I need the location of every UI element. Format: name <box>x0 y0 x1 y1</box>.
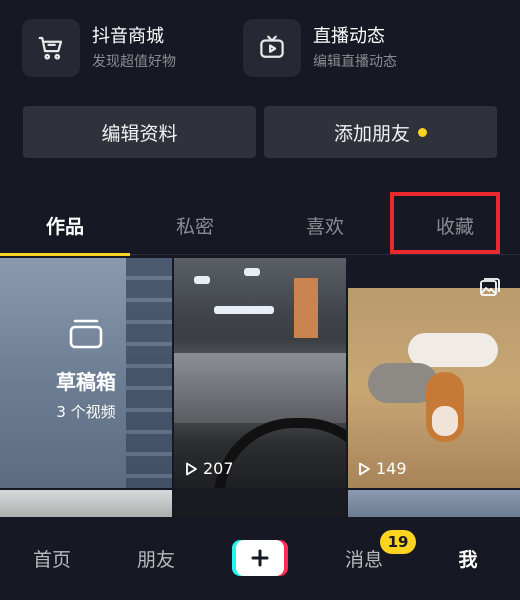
thumbnail-detail <box>294 278 318 338</box>
thumbnail-detail <box>214 418 346 488</box>
tab-likes[interactable]: 喜欢 <box>260 196 390 254</box>
cart-icon <box>22 19 80 77</box>
video-tile[interactable] <box>0 490 172 520</box>
thumbnail-detail <box>244 268 260 276</box>
video-tile[interactable] <box>174 258 346 488</box>
video-tile[interactable] <box>348 288 520 488</box>
edit-profile-button[interactable]: 编辑资料 <box>23 106 256 158</box>
tab-works-label: 作品 <box>45 215 84 238</box>
add-friends-label: 添加朋友 <box>333 122 410 145</box>
plus-icon <box>236 540 284 576</box>
nav-me-label: 我 <box>458 549 478 571</box>
nav-me[interactable]: 我 <box>430 517 506 600</box>
active-tab-indicator <box>0 253 130 256</box>
thumbnail-detail <box>214 306 274 314</box>
shortcut-live[interactable]: 直播动态 编辑直播动态 <box>243 16 483 80</box>
messages-badge: 19 <box>380 530 416 554</box>
play-icon <box>359 462 370 475</box>
shortcut-live-subtitle: 编辑直播动态 <box>313 54 397 70</box>
video-thumbnail <box>408 333 498 367</box>
image-icon <box>478 276 502 300</box>
tv-icon <box>243 19 301 77</box>
tab-private[interactable]: 私密 <box>130 196 260 254</box>
play-count-value: 149 <box>376 459 407 478</box>
tab-works[interactable]: 作品 <box>0 196 130 254</box>
folder-icon <box>68 318 104 354</box>
shortcut-mall-title: 抖音商城 <box>92 26 164 47</box>
thumbnail-detail <box>194 276 210 284</box>
drafts-tile[interactable]: 草稿箱 3 个视频 <box>0 258 172 488</box>
play-count: 149 <box>356 459 407 478</box>
play-count: 207 <box>183 459 234 478</box>
play-icon <box>186 462 197 475</box>
video-tile[interactable] <box>348 490 520 520</box>
shortcut-live-title: 直播动态 <box>313 26 385 47</box>
add-friends-button[interactable]: 添加朋友 <box>264 106 497 158</box>
tab-private-label: 私密 <box>175 215 214 238</box>
nav-friends-label: 朋友 <box>136 549 175 571</box>
nav-home[interactable]: 首页 <box>14 517 90 600</box>
shortcut-mall-subtitle: 发现超值好物 <box>92 54 176 70</box>
tab-likes-label: 喜欢 <box>305 215 344 238</box>
drafts-title: 草稿箱 <box>56 370 116 394</box>
thumbnail-detail <box>174 353 346 423</box>
bottom-nav: 首页 朋友 消息 我 <box>0 517 520 600</box>
works-grid: 草稿箱 3 个视频 <box>0 258 520 520</box>
thumbnail-detail <box>426 372 464 442</box>
edit-profile-label: 编辑资料 <box>101 122 178 145</box>
tab-divider <box>130 254 520 255</box>
video-tile[interactable] <box>174 490 346 520</box>
shortcut-mall[interactable]: 抖音商城 发现超值好物 <box>22 16 232 80</box>
notification-dot <box>418 127 427 137</box>
nav-friends[interactable]: 朋友 <box>118 517 194 600</box>
play-count-value: 207 <box>203 459 234 478</box>
nav-messages-label: 消息 <box>344 549 383 571</box>
drafts-count: 3 个视频 <box>56 403 116 421</box>
nav-home-label: 首页 <box>32 549 71 571</box>
create-button[interactable] <box>232 540 288 576</box>
favorites-highlight-box <box>390 192 500 254</box>
